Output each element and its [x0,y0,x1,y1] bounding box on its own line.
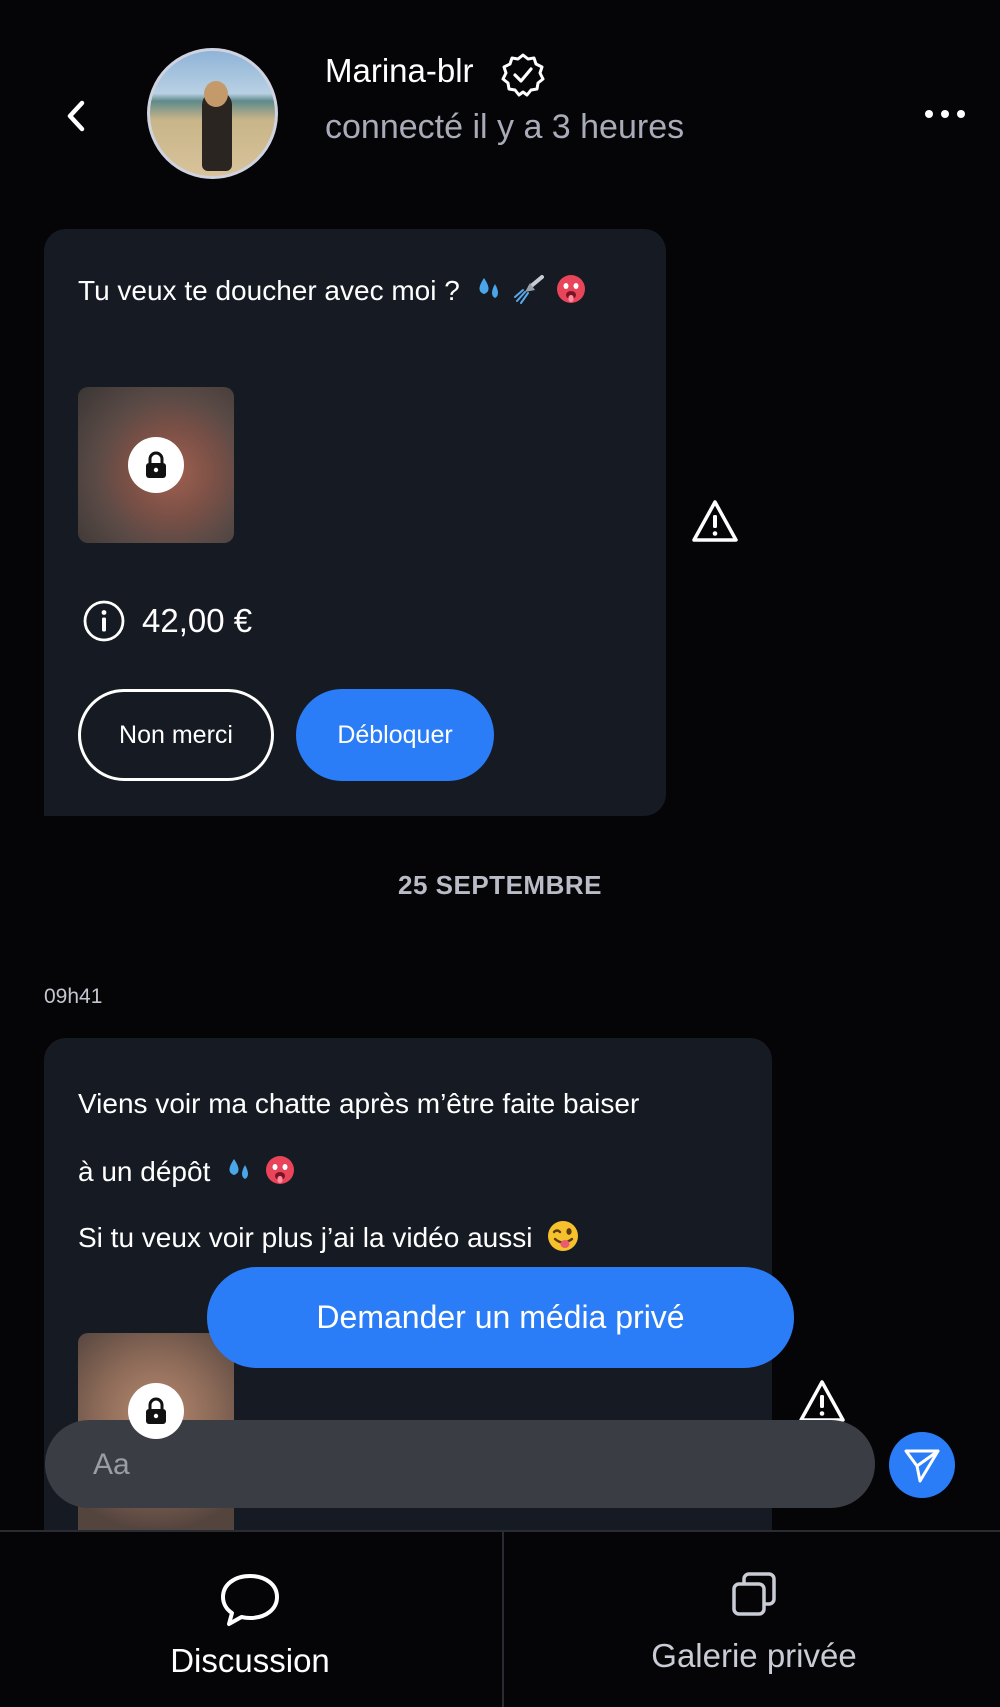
message-line-row: à un dépôt [78,1154,296,1193]
verified-badge-icon [501,53,545,97]
send-button[interactable] [889,1432,955,1498]
message-timestamp: 09h41 [44,985,103,1008]
report-warning-icon[interactable] [797,1378,847,1424]
lock-badge [128,437,184,493]
message-line: à un dépôt [78,1155,211,1187]
more-options-button[interactable] [925,100,965,128]
decline-button[interactable]: Non merci [78,689,274,781]
lock-icon [146,1397,166,1424]
report-warning-icon[interactable] [690,498,740,544]
message-line: Si tu veux voir plus j’ai la vidéo aussi [78,1221,533,1253]
locked-media-thumbnail[interactable] [78,387,234,543]
message-line-row: Si tu veux voir plus j’ai la vidéo aussi [78,1219,580,1260]
chevron-left-icon [67,100,85,132]
send-paper-plane-icon [904,1449,940,1483]
message-line: Viens voir ma chatte après m’être faite … [78,1088,640,1119]
avatar-head [204,81,228,107]
media-price: 42,00 € [142,602,253,639]
lock-icon [146,451,166,478]
message-text-row: Tu veux te doucher avec moi ? [78,273,587,312]
message-text: Tu veux te doucher avec moi ? [78,274,460,306]
sweat-droplets-emoji-icon [474,274,504,311]
hot-face-emoji-icon [264,1154,296,1193]
sweat-droplets-emoji-icon [224,1155,254,1192]
info-icon[interactable] [82,599,126,643]
dot-icon [941,110,949,118]
message-bubble: Tu veux te doucher avec moi ? 42,00 € No… [44,229,666,816]
tab-discussion[interactable]: Discussion [0,1532,500,1707]
tab-private-gallery[interactable]: Galerie privée [502,1532,1000,1707]
tab-label: Galerie privée [651,1637,857,1674]
contact-name[interactable]: Marina-blr [325,52,474,90]
dot-icon [957,110,965,118]
hot-face-emoji-icon [555,273,587,312]
shower-emoji-icon [513,274,545,311]
dot-icon [925,110,933,118]
chat-bubble-icon [221,1574,279,1626]
avatar[interactable] [147,48,278,179]
price-row: 42,00 € [82,599,252,643]
message-input[interactable] [91,1420,835,1510]
tab-label: Discussion [170,1642,330,1679]
last-seen-status: connecté il y a 3 heures [325,108,685,146]
winking-tongue-emoji-icon [546,1219,580,1260]
date-separator: 25 SEPTEMBRE [398,870,602,900]
back-button[interactable] [58,92,94,140]
unlock-button[interactable]: Débloquer [296,689,494,781]
chat-header: Marina-blr connecté il y a 3 heures [0,0,1000,215]
lock-badge [128,1383,184,1439]
gallery-stack-icon [732,1572,776,1616]
bottom-tab-bar: Discussion Galerie privée [0,1530,1000,1707]
request-private-media-button[interactable]: Demander un média privé [207,1267,794,1368]
